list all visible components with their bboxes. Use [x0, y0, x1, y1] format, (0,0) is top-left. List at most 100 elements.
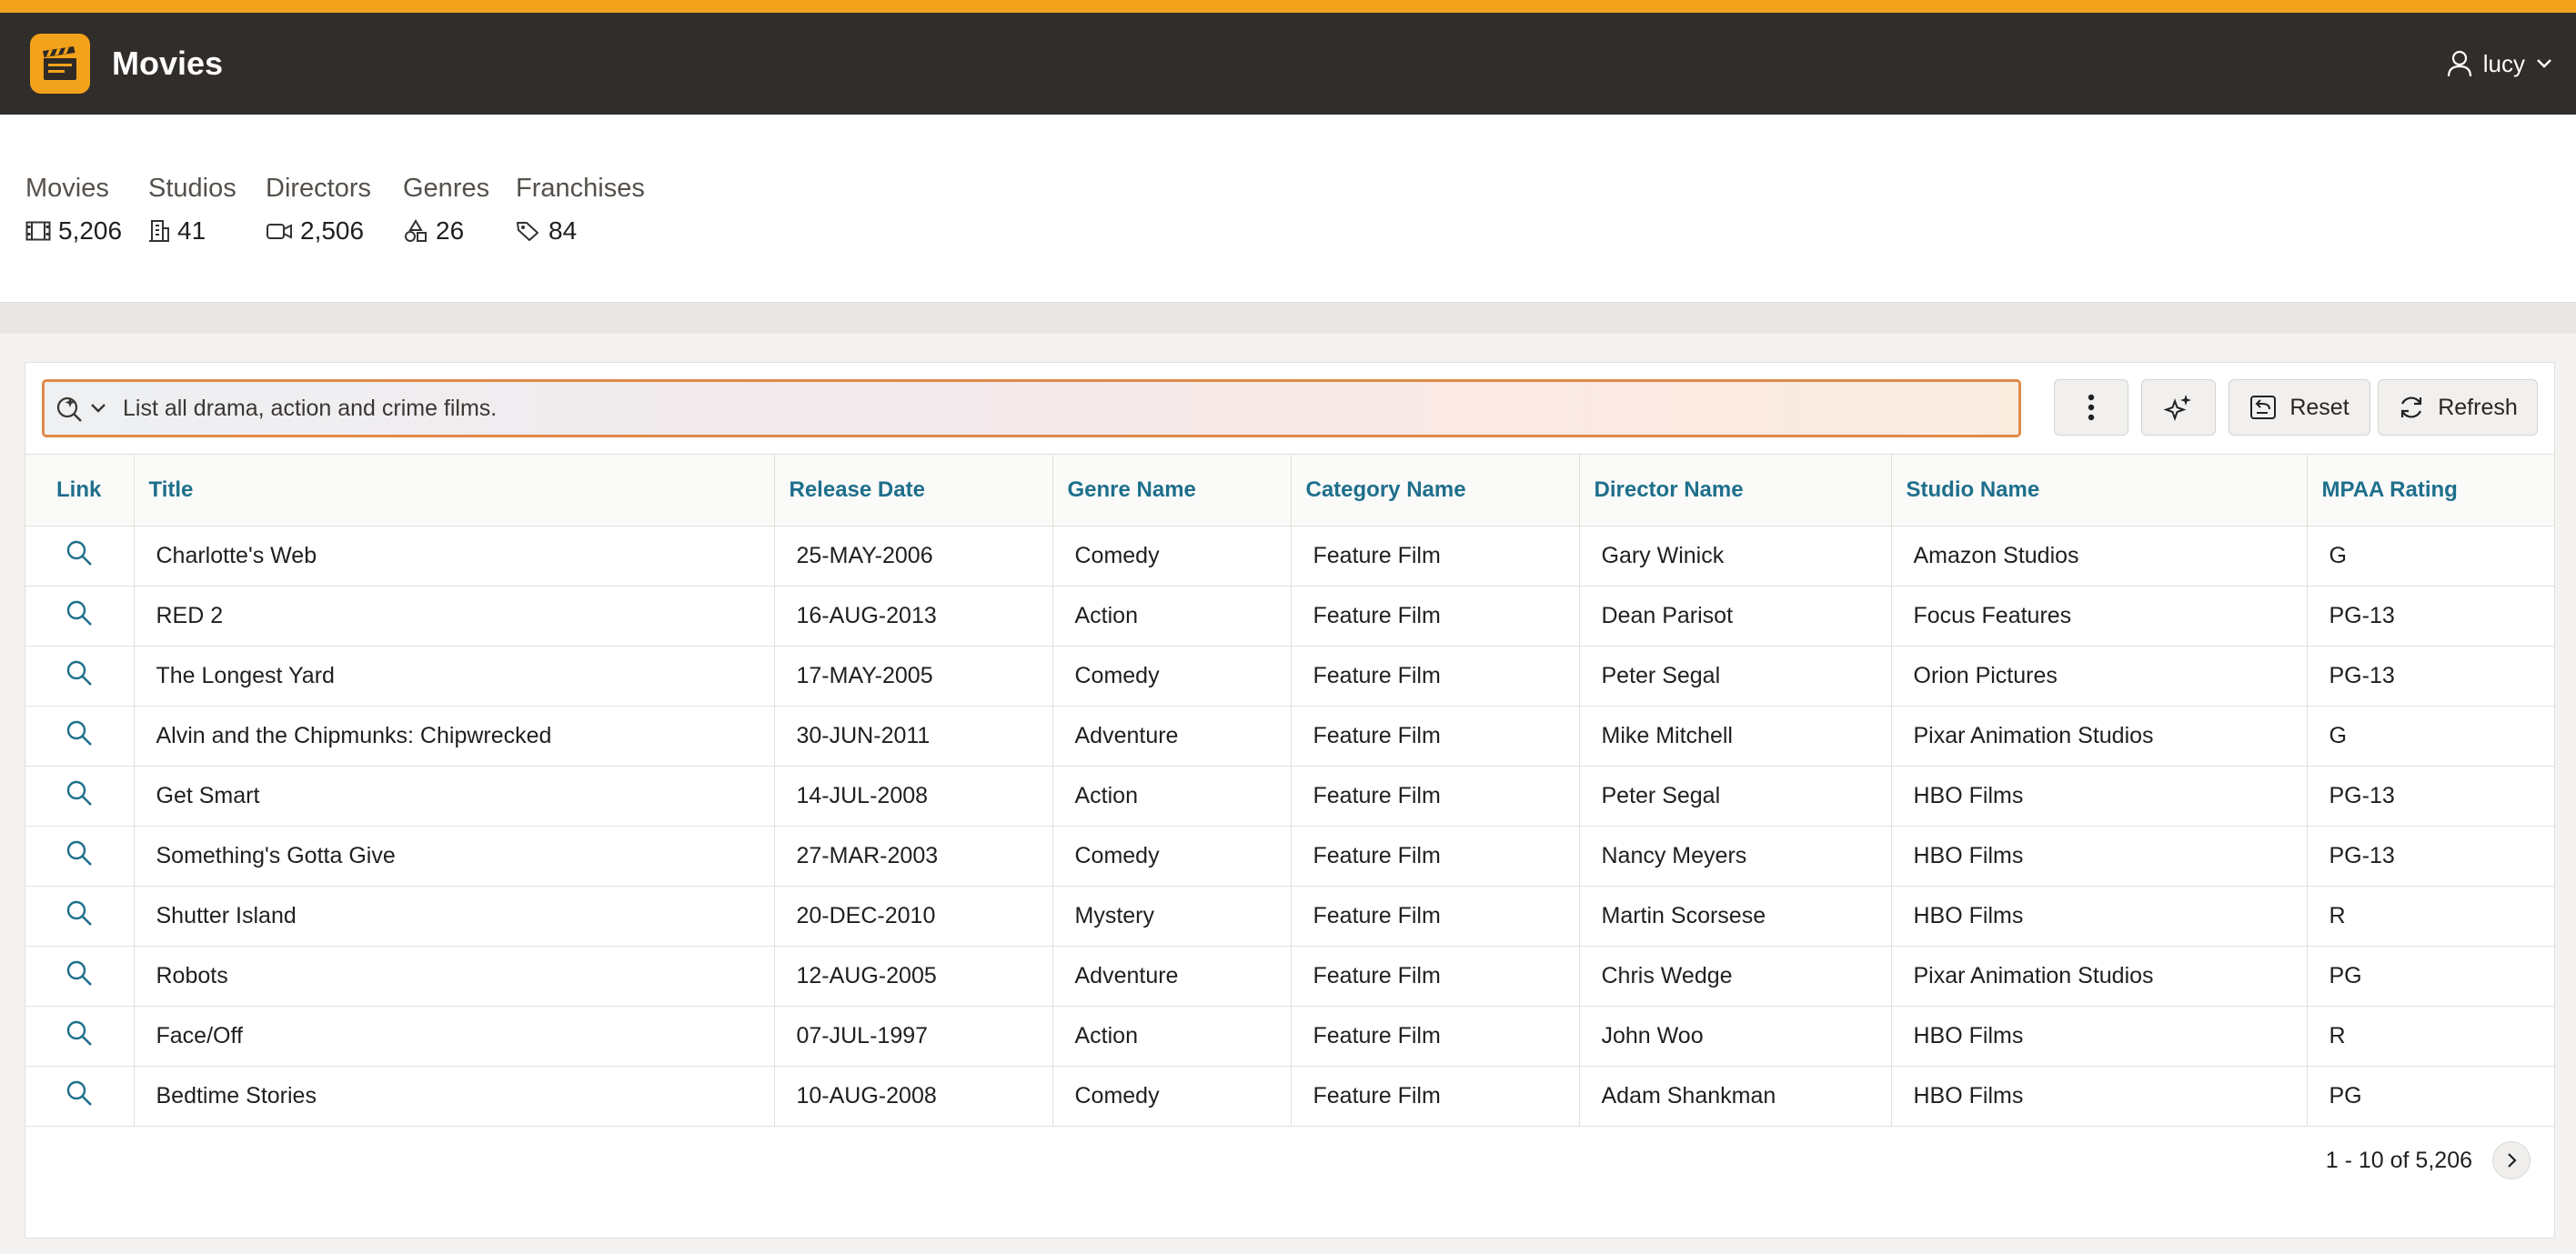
film-icon [25, 221, 51, 241]
table-row[interactable]: Bedtime Stories 10-AUG-2008 Comedy Feature … [25, 1066, 2554, 1127]
cell-title: Something's Gotta Give [134, 826, 775, 887]
cell-release-date: 30-JUN-2011 [774, 706, 1053, 767]
stat-value: 2,506 [300, 216, 365, 245]
column-header-title[interactable]: Title [134, 454, 775, 527]
search-icon[interactable] [65, 598, 94, 627]
cell-director-name: Chris Wedge [1579, 946, 1892, 1007]
cell-mpaa-rating: PG-13 [2307, 826, 2554, 887]
column-header-mpaa-rating[interactable]: MPAA Rating [2307, 454, 2554, 527]
cell-studio-name: HBO Films [1891, 826, 2308, 887]
cell-title: The Longest Yard [134, 646, 775, 707]
row-link-cell [25, 1006, 135, 1067]
row-link-cell [25, 766, 135, 827]
cell-director-name: Dean Parisot [1579, 586, 1892, 647]
actions-menu-button[interactable] [2054, 379, 2128, 436]
column-header-category-name[interactable]: Category Name [1291, 454, 1580, 527]
table-row[interactable]: RED 2 16-AUG-2013 Action Feature Film Dean P… [25, 586, 2554, 647]
sparkle-icon [2163, 395, 2191, 421]
search-icon[interactable] [65, 778, 94, 808]
row-link-cell [25, 586, 135, 647]
stat-franchises[interactable]: Franchises 84 [516, 174, 645, 246]
cell-genre-name: Comedy [1052, 646, 1292, 707]
cell-release-date: 16-AUG-2013 [774, 586, 1053, 647]
cell-category-name: Feature Film [1291, 706, 1580, 767]
table-row[interactable]: Get Smart 14-JUL-2008 Action Feature Film Pe… [25, 766, 2554, 827]
pagination: 1 - 10 of 5,206 [2326, 1141, 2531, 1179]
column-header-link[interactable]: Link [25, 454, 135, 527]
column-header-release-date[interactable]: Release Date [774, 454, 1053, 527]
cell-release-date: 17-MAY-2005 [774, 646, 1053, 707]
column-header-director-name[interactable]: Director Name [1579, 454, 1892, 527]
shapes-icon [405, 219, 427, 242]
cell-title: RED 2 [134, 586, 775, 647]
search-icon[interactable] [65, 838, 94, 868]
cell-mpaa-rating: PG-13 [2307, 766, 2554, 827]
search-icon[interactable] [65, 898, 94, 928]
table-row[interactable]: Alvin and the Chipmunks: Chipwrecked 30-J… [25, 706, 2554, 767]
cell-genre-name: Comedy [1052, 826, 1292, 887]
cell-genre-name: Mystery [1052, 886, 1292, 947]
search-icon[interactable] [65, 658, 94, 687]
table-row[interactable]: Face/Off 07-JUL-1997 Action Feature Film Joh… [25, 1006, 2554, 1067]
stat-label: Studios [148, 174, 236, 203]
chevron-right-icon [2508, 1153, 2517, 1168]
ai-search-icon [56, 396, 82, 422]
chevron-down-icon [2537, 59, 2551, 68]
row-link-cell [25, 1066, 135, 1127]
cell-category-name: Feature Film [1291, 886, 1580, 947]
stat-genres[interactable]: Genres 26 [403, 174, 489, 246]
cell-release-date: 27-MAR-2003 [774, 826, 1053, 887]
stat-movies[interactable]: Movies 5,206 [25, 174, 122, 246]
stat-value: 5,206 [58, 216, 123, 245]
cell-studio-name: HBO Films [1891, 1066, 2308, 1127]
cell-director-name: Nancy Meyers [1579, 826, 1892, 887]
column-header-genre-name[interactable]: Genre Name [1052, 454, 1292, 527]
refresh-button[interactable]: Refresh [2378, 379, 2538, 436]
reset-button[interactable]: Reset [2229, 379, 2370, 436]
cell-title: Shutter Island [134, 886, 775, 947]
table-row[interactable]: Shutter Island 20-DEC-2010 Mystery Feature … [25, 886, 2554, 947]
table-row[interactable]: Something's Gotta Give 27-MAR-2003 Comedy F… [25, 826, 2554, 887]
stat-value: 26 [436, 216, 465, 245]
clapperboard-icon[interactable] [30, 34, 90, 94]
search-icon[interactable] [65, 958, 94, 988]
user-menu[interactable]: lucy [2447, 13, 2552, 115]
cell-release-date: 14-JUL-2008 [774, 766, 1053, 827]
cell-genre-name: Adventure [1052, 706, 1292, 767]
refresh-icon [2401, 396, 2422, 418]
cell-category-name: Feature Film [1291, 946, 1580, 1007]
cell-studio-name: HBO Films [1891, 1006, 2308, 1067]
stat-directors[interactable]: Directors 2,506 [266, 174, 371, 246]
report-table: Link Title Release Date Genre Name Categ… [25, 454, 2554, 1127]
building-icon [149, 220, 169, 242]
cell-title: Face/Off [134, 1006, 775, 1067]
table-row[interactable]: The Longest Yard 17-MAY-2005 Comedy Feature… [25, 646, 2554, 707]
column-header-studio-name[interactable]: Studio Name [1891, 454, 2308, 527]
accent-bar [0, 0, 2576, 13]
next-page-button[interactable] [2492, 1141, 2531, 1179]
cell-release-date: 07-JUL-1997 [774, 1006, 1053, 1067]
cell-studio-name: HBO Films [1891, 886, 2308, 947]
search-icon[interactable] [65, 1078, 94, 1108]
reset-label: Reset [2289, 394, 2350, 420]
search-icon[interactable] [65, 718, 94, 747]
cell-mpaa-rating: R [2307, 1006, 2554, 1067]
cell-title: Charlotte's Web [134, 526, 775, 587]
search-field[interactable]: List all drama, action and crime films. [42, 379, 2021, 437]
cell-studio-name: HBO Films [1891, 766, 2308, 827]
search-scope-dropdown[interactable] [55, 394, 106, 423]
row-link-cell [25, 826, 135, 887]
section-divider [0, 303, 2576, 334]
search-icon[interactable] [65, 538, 94, 567]
cell-category-name: Feature Film [1291, 826, 1580, 887]
table-row[interactable]: Robots 12-AUG-2005 Adventure Feature Film Ch… [25, 946, 2554, 1007]
cell-category-name: Feature Film [1291, 1006, 1580, 1067]
stat-studios[interactable]: Studios 41 [148, 174, 236, 246]
search-icon[interactable] [65, 1018, 94, 1048]
table-row[interactable]: Charlotte's Web 25-MAY-2006 Comedy Feature … [25, 526, 2554, 587]
cell-mpaa-rating: PG-13 [2307, 646, 2554, 707]
ai-assist-button[interactable] [2141, 379, 2216, 436]
row-link-cell [25, 886, 135, 947]
search-input[interactable]: List all drama, action and crime films. [123, 396, 497, 422]
more-vertical-icon [2088, 394, 2095, 421]
